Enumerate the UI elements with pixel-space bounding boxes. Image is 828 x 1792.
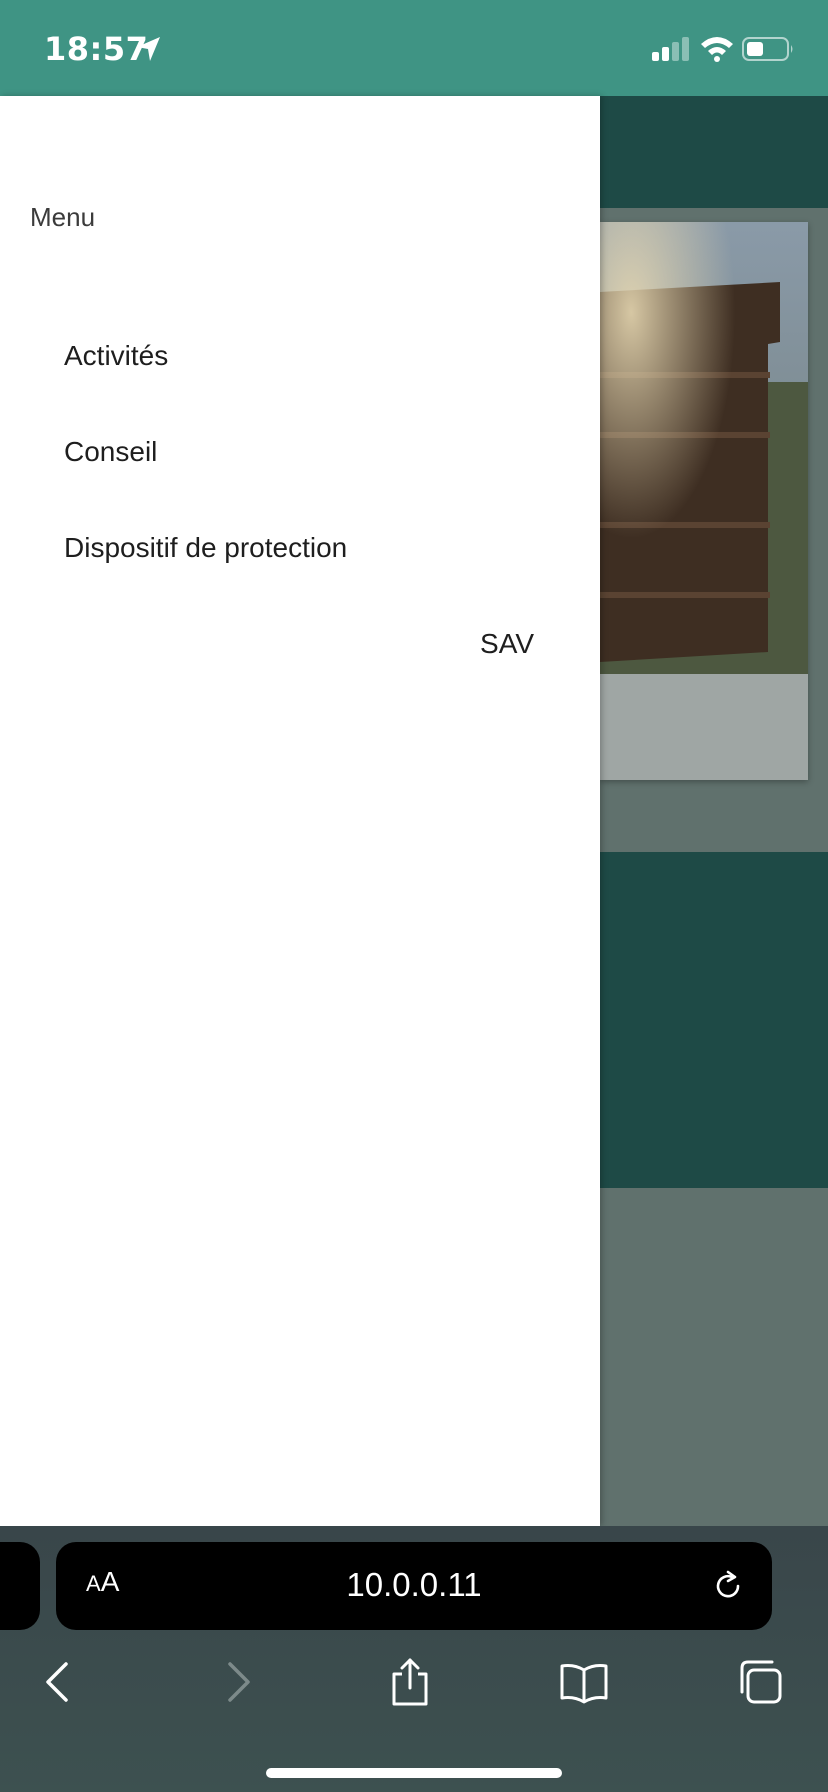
bookmarks-icon[interactable] (558, 1656, 610, 1708)
menu-item-activites[interactable]: Activités (64, 340, 168, 372)
side-drawer-menu: Menu Activités Conseil Dispositif de pro… (0, 96, 600, 1526)
battery-icon (742, 37, 793, 61)
menu-item-conseil[interactable]: Conseil (64, 436, 157, 468)
url-text[interactable]: 10.0.0.11 (56, 1566, 772, 1604)
address-bar[interactable]: AA 10.0.0.11 (56, 1542, 772, 1630)
background-lower-section (600, 1220, 828, 1526)
previous-tab-peek[interactable] (0, 1542, 40, 1630)
beehive-photo (600, 222, 808, 674)
wifi-icon (701, 37, 733, 62)
status-bar: 18:57 (0, 0, 828, 96)
back-icon[interactable] (34, 1656, 86, 1708)
background-panel (600, 852, 828, 1188)
menu-item-sav[interactable]: SAV (480, 628, 534, 660)
background-page (600, 96, 828, 1526)
menu-title: Menu (30, 202, 96, 232)
background-header (600, 96, 828, 208)
reload-icon[interactable] (710, 1568, 746, 1604)
location-arrow-icon (137, 37, 160, 61)
background-card (600, 222, 808, 780)
browser-bottom-bar: AA 10.0.0.11 (0, 1526, 828, 1792)
cellular-signal-icon (652, 37, 689, 61)
tabs-icon[interactable] (734, 1656, 786, 1708)
forward-icon[interactable] (210, 1656, 262, 1708)
home-indicator (266, 1768, 562, 1778)
share-icon[interactable] (384, 1656, 436, 1708)
menu-item-dispositif-de-protection[interactable]: Dispositif de protection (64, 532, 347, 564)
status-time: 18:57 (44, 30, 149, 68)
